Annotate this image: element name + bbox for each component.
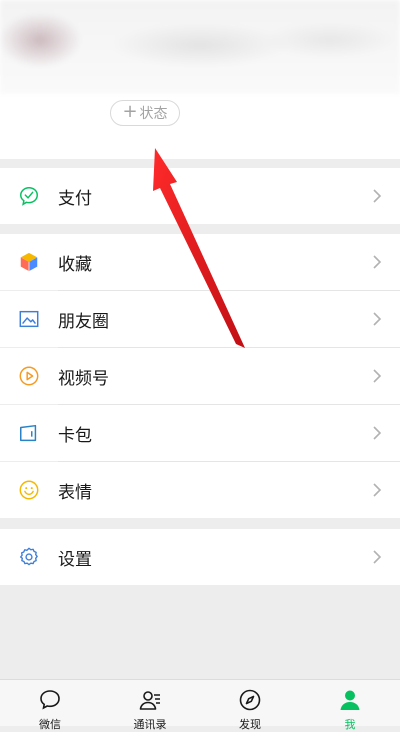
menu-item-label: 设置 <box>58 549 92 570</box>
bottom-tab-bar: 微信 通讯录 发现 我 <box>0 679 400 731</box>
menu-item-label: 收藏 <box>58 254 92 275</box>
smiley-icon <box>19 480 39 500</box>
tab-chats[interactable]: 微信 <box>0 680 100 731</box>
plus-icon: + <box>122 101 138 122</box>
tab-contacts[interactable]: 通讯录 <box>100 680 200 731</box>
menu-item-label: 支付 <box>58 188 92 209</box>
profile-header[interactable]: + 状态 <box>0 0 400 159</box>
add-status-button[interactable]: + 状态 <box>110 100 180 126</box>
menu-item-stickers[interactable]: 表情 <box>0 462 400 518</box>
menu-item-label: 表情 <box>58 482 92 503</box>
tab-label: 微信 <box>39 718 61 731</box>
chevron-right-icon <box>373 426 382 440</box>
menu-item-settings[interactable]: 设置 <box>0 529 400 585</box>
menu-item-moments[interactable]: 朋友圈 <box>0 291 400 347</box>
tab-me[interactable]: 我 <box>300 680 400 731</box>
profile-info-blurred[interactable] <box>0 0 400 94</box>
menu-item-label: 视频号 <box>58 368 109 389</box>
favorites-cube-icon <box>20 252 38 272</box>
chevron-right-icon <box>373 483 382 497</box>
person-icon <box>340 690 360 710</box>
status-label: 状态 <box>139 106 168 122</box>
channels-play-icon <box>19 366 39 386</box>
menu-item-pay[interactable]: 支付 <box>0 168 400 224</box>
chevron-right-icon <box>373 189 382 203</box>
menu-item-favorites[interactable]: 收藏 <box>0 234 400 290</box>
chevron-right-icon <box>373 312 382 326</box>
chevron-right-icon <box>373 255 382 269</box>
tab-label: 通讯录 <box>133 718 167 731</box>
tab-label: 发现 <box>239 718 261 731</box>
pay-icon <box>20 187 38 206</box>
menu-item-label: 朋友圈 <box>58 311 109 332</box>
compass-icon <box>239 689 261 711</box>
menu-item-channels[interactable]: 视频号 <box>0 348 400 404</box>
card-wallet-icon <box>20 424 37 442</box>
menu-item-label: 卡包 <box>58 425 92 446</box>
chevron-right-icon <box>373 550 382 564</box>
gear-icon <box>19 547 38 566</box>
moments-photo-icon <box>19 310 39 328</box>
tab-label: 我 <box>344 718 356 731</box>
contacts-icon <box>139 691 160 710</box>
chat-bubble-icon <box>40 690 60 710</box>
chevron-right-icon <box>373 369 382 383</box>
menu-item-cards[interactable]: 卡包 <box>0 405 400 461</box>
tab-discover[interactable]: 发现 <box>200 680 300 731</box>
